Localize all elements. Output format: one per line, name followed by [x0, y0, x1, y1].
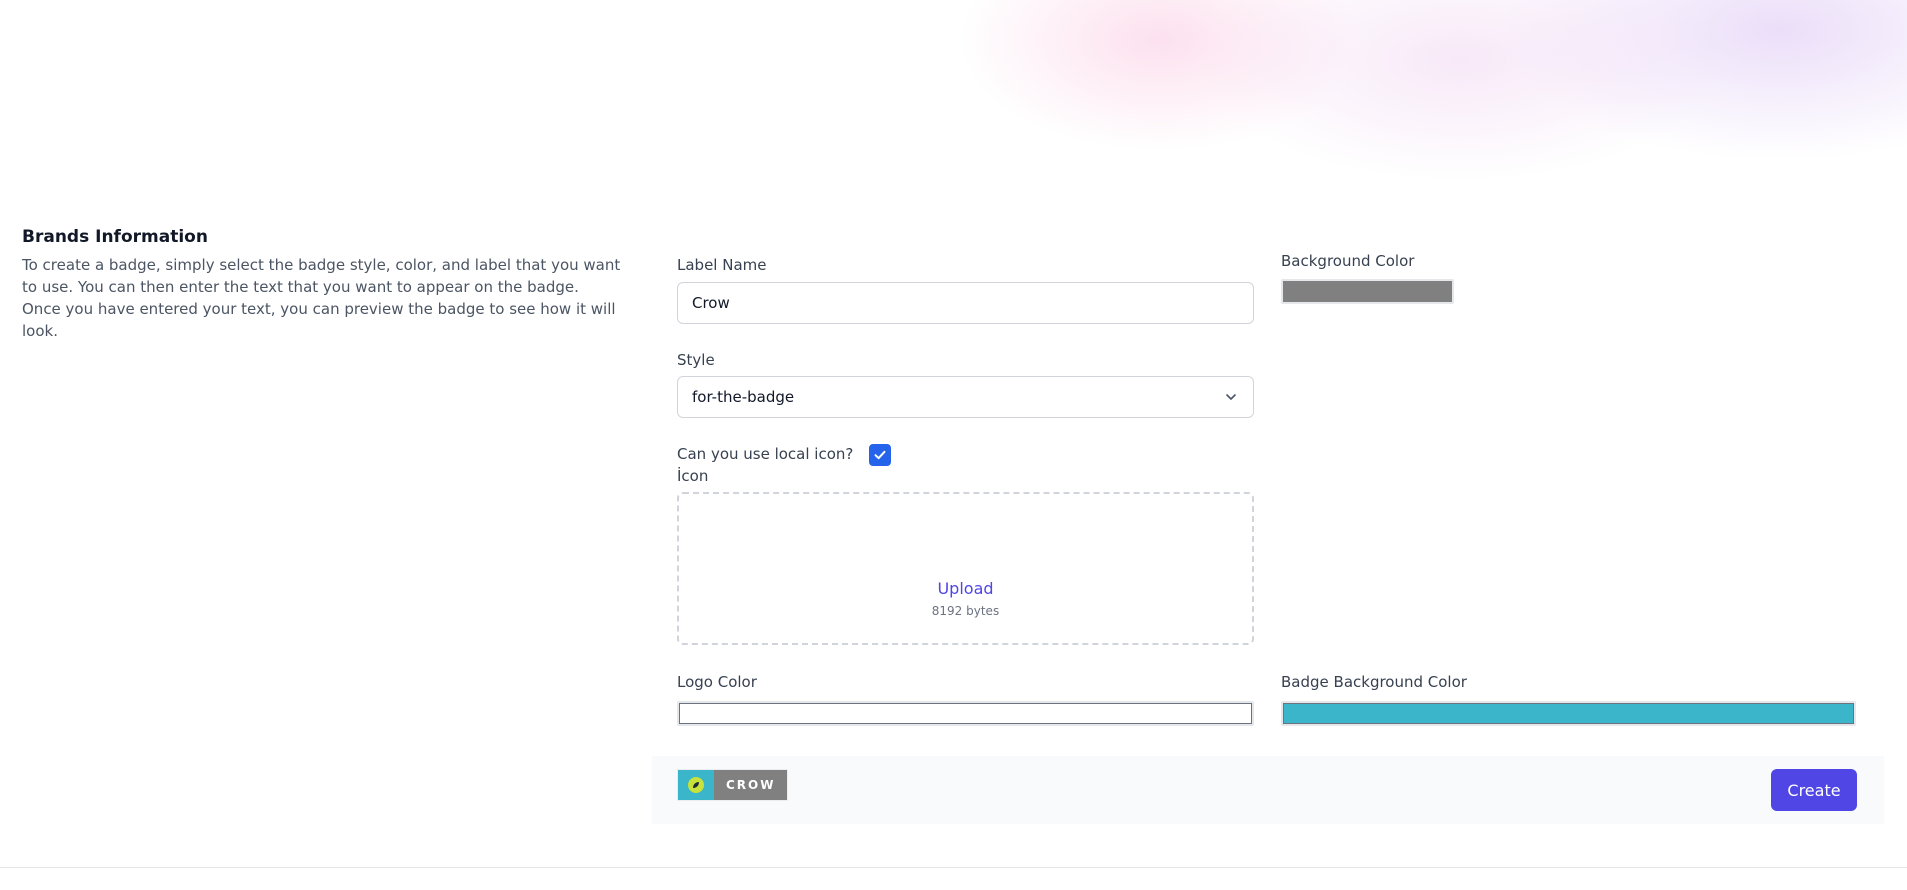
style-selected-value: for-the-badge [692, 388, 795, 406]
badge-label-text: CROW [714, 770, 788, 800]
icon-label: İcon [677, 467, 709, 485]
leaf-logo-icon [688, 777, 704, 793]
badge-background-color-swatch [1283, 703, 1854, 724]
chevron-down-icon [1226, 394, 1236, 400]
logo-color-swatch [679, 703, 1252, 724]
badge-icon-part [678, 770, 714, 800]
local-icon-checkbox[interactable] [869, 444, 891, 466]
section-description: To create a badge, simply select the bad… [22, 256, 621, 340]
upload-size-limit: 8192 bytes [931, 603, 1000, 618]
logo-color-picker[interactable] [677, 701, 1254, 726]
background-color-label: Background Color [1281, 252, 1415, 270]
background-decoration [0, 0, 1907, 240]
style-label: Style [677, 351, 715, 369]
brands-information-section: Brands Information To create a badge, si… [22, 226, 622, 342]
label-name-input[interactable]: Crow [677, 282, 1254, 324]
form-footer [652, 756, 1884, 824]
section-title: Brands Information [22, 227, 208, 247]
create-button[interactable]: Create [1771, 769, 1857, 811]
icon-dropzone[interactable]: Upload 8192 bytes [677, 492, 1254, 645]
upload-link[interactable]: Upload [937, 578, 993, 600]
style-select[interactable]: for-the-badge [677, 376, 1254, 418]
check-icon [874, 450, 886, 460]
label-name-label: Label Name [677, 256, 767, 274]
local-icon-label: Can you use local icon? [677, 445, 854, 463]
badge-background-color-picker[interactable] [1281, 701, 1856, 726]
logo-color-label: Logo Color [677, 673, 757, 691]
badge-background-color-label: Badge Background Color [1281, 673, 1467, 691]
background-color-picker[interactable] [1281, 279, 1454, 304]
bottom-divider [0, 867, 1907, 868]
badge-preview: CROW [678, 770, 788, 800]
background-color-swatch [1283, 281, 1452, 302]
